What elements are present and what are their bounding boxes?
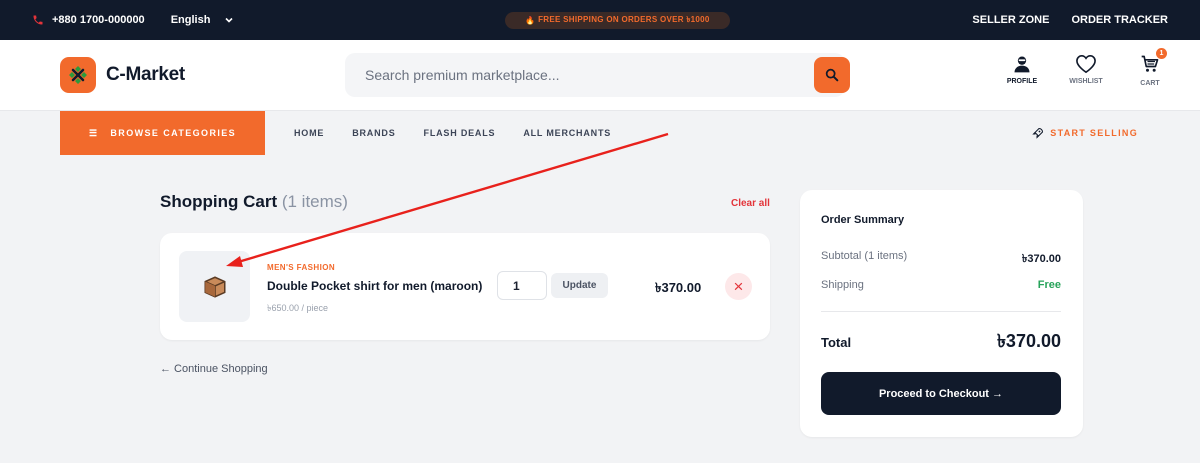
nav-link-home[interactable]: HOME (294, 128, 324, 138)
language-label: English (170, 14, 211, 26)
fire-icon: 🔥 (525, 16, 539, 25)
summary-divider (821, 311, 1061, 312)
cart-item-count: (1 items) (281, 192, 348, 211)
menu-icon: ☰ (88, 127, 99, 138)
product-thumbnail[interactable] (179, 251, 250, 322)
cart-item: MEN'S FASHION Double Pocket shirt for me… (160, 233, 770, 340)
top-bar: +880 1700-000000 English 🔥 FREE SHIPPING… (0, 0, 1200, 40)
brand-name: C-Market (106, 64, 185, 85)
header-actions: PROFILE WISHLIST 1 CART (1000, 48, 1172, 87)
main-header: C-Market Search premium marketplace... P… (0, 40, 1200, 110)
seller-zone-link[interactable]: SELLER ZONE (972, 14, 1049, 26)
cart-title: Shopping Cart (1 items) (160, 192, 348, 212)
update-quantity-button[interactable]: Update (551, 273, 608, 298)
nav-link-all-merchants[interactable]: ALL MERCHANTS (523, 128, 611, 138)
wishlist-label: WISHLIST (1069, 78, 1103, 85)
proceed-to-checkout-button[interactable]: Proceed to Checkout → (821, 372, 1061, 415)
search-button[interactable] (814, 57, 850, 93)
nav-link-brands[interactable]: BRANDS (352, 128, 395, 138)
browse-categories-button[interactable]: ☰ BROWSE CATEGORIES (60, 111, 265, 155)
cart-title-text: Shopping Cart (160, 192, 278, 211)
brand-logo[interactable]: C-Market (60, 57, 185, 93)
start-selling-label: START SELLING (1050, 128, 1138, 138)
line-total: ৳370.00 (655, 280, 702, 295)
subtotal-value: ৳370.00 (1021, 253, 1061, 265)
quantity-value: 1 (513, 278, 520, 293)
nav-link-flash-deals[interactable]: FLASH DEALS (424, 128, 496, 138)
chevron-down-icon (225, 17, 233, 23)
order-tracker-link[interactable]: ORDER TRACKER (1071, 14, 1168, 26)
main-nav-links: HOME BRANDS FLASH DEALS ALL MERCHANTS (294, 111, 611, 155)
search-input[interactable]: Search premium marketplace... (345, 53, 845, 97)
quantity-input[interactable]: 1 (497, 271, 547, 300)
cart-count-badge: 1 (1156, 48, 1167, 59)
clear-all-button[interactable]: Clear all (731, 198, 770, 209)
order-summary: Order Summary Subtotal (1 items) ৳370.00… (800, 190, 1083, 437)
language-selector[interactable]: English (171, 14, 235, 26)
top-bar-links: SELLER ZONE ORDER TRACKER (972, 14, 1168, 26)
total-value: ৳370.00 (996, 331, 1061, 351)
wishlist-button[interactable]: WISHLIST (1064, 54, 1108, 87)
profile-label: PROFILE (1006, 78, 1038, 85)
shipping-value: Free (1037, 279, 1061, 291)
continue-shopping-link[interactable]: ← Continue Shopping (160, 363, 268, 375)
search-icon (825, 68, 839, 82)
browse-categories-label: BROWSE CATEGORIES (110, 128, 237, 138)
product-unit-price: ৳650.00 / piece (267, 303, 329, 313)
promo-text: FREE SHIPPING ON ORDERS OVER ৳1000 (538, 15, 710, 24)
profile-icon (1014, 56, 1030, 73)
phone-icon (33, 15, 43, 25)
logo-mark-icon (60, 57, 96, 93)
top-bar-left: +880 1700-000000 English (32, 14, 234, 26)
phone-number: +880 1700-000000 (52, 14, 145, 26)
total-row: Total ৳370.00 (821, 327, 1061, 358)
category-nav: ☰ BROWSE CATEGORIES HOME BRANDS FLASH DE… (0, 110, 1200, 155)
profile-button[interactable]: PROFILE (1000, 54, 1044, 87)
shipping-label: Shipping (821, 279, 864, 291)
rocket-icon (1032, 127, 1044, 139)
heart-icon (1076, 54, 1096, 74)
summary-title: Order Summary (821, 214, 905, 226)
cart-label: CART (1140, 80, 1160, 87)
phone-contact[interactable]: +880 1700-000000 (32, 14, 145, 26)
shipping-row: Shipping Free (821, 279, 1061, 291)
remove-item-button[interactable]: × (725, 273, 752, 300)
cart-icon-wrap: 1 (1140, 48, 1167, 76)
product-category: MEN'S FASHION (267, 263, 335, 272)
subtotal-label: Subtotal (1 items) (821, 250, 908, 262)
close-icon: × (733, 276, 744, 296)
cart-button[interactable]: 1 CART (1128, 48, 1172, 87)
total-label: Total (821, 335, 852, 350)
promo-banner: 🔥 FREE SHIPPING ON ORDERS OVER ৳1000 (505, 12, 730, 29)
product-name[interactable]: Double Pocket shirt for men (maroon) (267, 279, 482, 293)
start-selling-link[interactable]: START SELLING (1032, 111, 1138, 155)
search-placeholder: Search premium marketplace... (365, 67, 560, 83)
subtotal-row: Subtotal (1 items) ৳370.00 (821, 250, 1061, 269)
package-icon (203, 275, 226, 298)
